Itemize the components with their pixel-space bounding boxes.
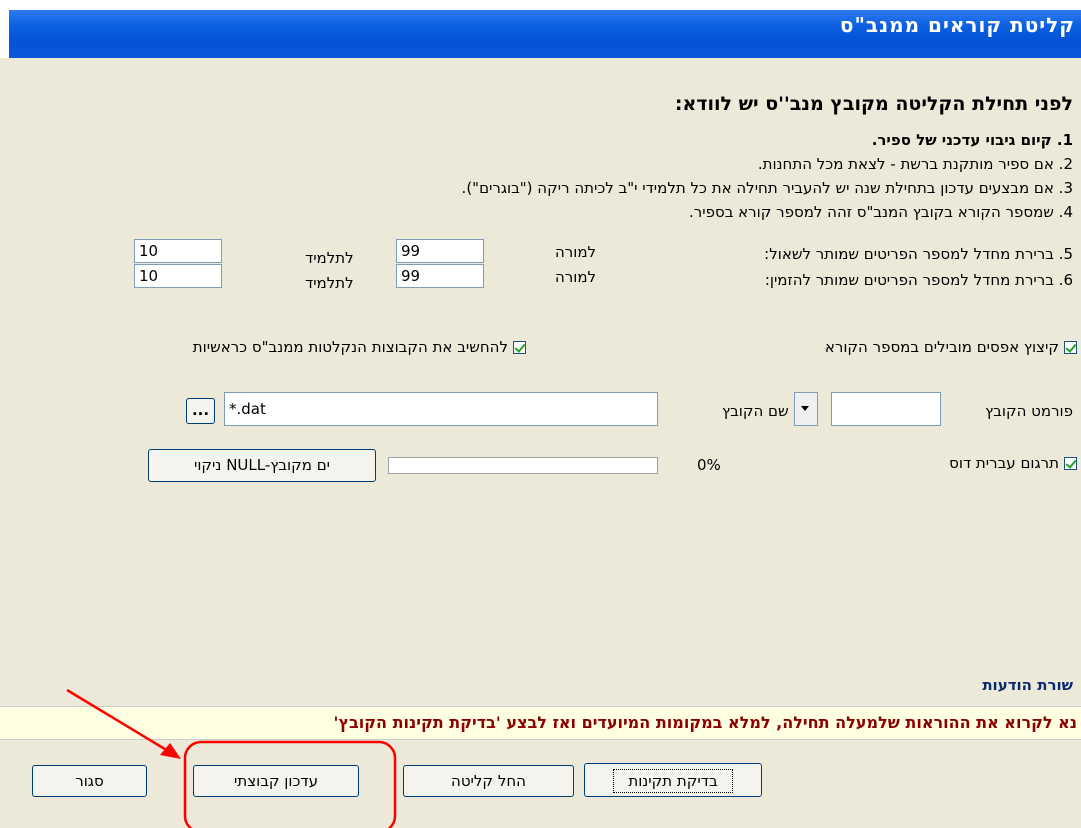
- start-import-button[interactable]: החל קליטה: [403, 765, 574, 797]
- dos-hebrew-label: תרגום עברית דוס: [949, 454, 1059, 472]
- message-bar: נא לקרוא את ההוראות שלמעלה תחילה, למלא ב…: [0, 706, 1081, 740]
- borrow-teacher-input[interactable]: 99: [396, 239, 484, 263]
- instruction-step-5: 5. ברירת מחדל למספר הפריטים שמותר לשאול:: [764, 245, 1073, 263]
- instruction-step-3: 3. אם מבצעים עדכון בתחילת שנה יש להעביר …: [461, 179, 1073, 197]
- validate-button[interactable]: בדיקת תקינות: [584, 763, 762, 797]
- file-name-label: שם הקובץ: [722, 402, 789, 420]
- borrow-student-input[interactable]: 10: [134, 239, 222, 263]
- order-student-input[interactable]: 10: [134, 264, 222, 288]
- file-name-input[interactable]: *.dat: [224, 392, 658, 426]
- trim-zeros-label: קיצוץ אפסים מובילים במספר הקורא: [824, 338, 1059, 356]
- progress-bar: [388, 457, 658, 474]
- message-text: נא לקרוא את ההוראות שלמעלה תחילה, למלא ב…: [333, 713, 1077, 732]
- group-update-button[interactable]: עדכון קבוצתי: [193, 765, 359, 797]
- dos-hebrew-checkbox[interactable]: [1064, 457, 1077, 470]
- chevron-down-icon: [795, 393, 817, 425]
- null-cleanup-button[interactable]: ניקוי NULL-ים מקובץ: [148, 449, 376, 482]
- order-teacher-label: למורה: [555, 268, 597, 286]
- instruction-step-6: 6. ברירת מחדל למספר הפריטים שמותר להזמין…: [764, 271, 1073, 289]
- main-groups-label: להחשיב את הקבוצות הנקלטות ממנב"ס כראשיות: [192, 338, 508, 356]
- borrow-teacher-label: למורה: [555, 243, 597, 261]
- title-bar: קליטת קוראים ממנב"ס: [0, 0, 1081, 58]
- order-teacher-input[interactable]: 99: [396, 264, 484, 288]
- close-button[interactable]: סגור: [32, 765, 147, 797]
- file-format-label: פורמט הקובץ: [985, 402, 1073, 420]
- instruction-step-4: 4. שמספר הקורא בקובץ המנב"ס זהה למספר קו…: [689, 203, 1073, 221]
- order-student-label: לתלמיד: [305, 274, 354, 292]
- progress-percent: 0%: [697, 456, 721, 474]
- instruction-step-1: 1. קיום גיבוי עדכני של ספיר.: [871, 131, 1073, 149]
- file-name-dropdown[interactable]: [794, 392, 818, 426]
- instructions-heading: לפני תחילת הקליטה מקובץ מנב''ס יש לוודא:: [674, 93, 1073, 115]
- borrow-student-label: לתלמיד: [305, 249, 354, 267]
- messages-label: שורת הודעות: [982, 676, 1073, 694]
- file-format-select[interactable]: [831, 392, 941, 426]
- validate-button-label: בדיקת תקינות: [613, 769, 733, 793]
- instruction-step-2: 2. אם ספיר מותקנת ברשת - לצאת מכל התחנות…: [757, 155, 1073, 173]
- import-dialog: קליטת קוראים ממנב"ס לפני תחילת הקליטה מק…: [0, 0, 1081, 828]
- annotation-arrow-head: [160, 743, 181, 759]
- main-groups-checkbox[interactable]: [513, 341, 526, 354]
- trim-zeros-checkbox[interactable]: [1064, 341, 1077, 354]
- browse-button[interactable]: ...: [186, 398, 215, 424]
- window-title: קליטת קוראים ממנב"ס: [839, 13, 1075, 37]
